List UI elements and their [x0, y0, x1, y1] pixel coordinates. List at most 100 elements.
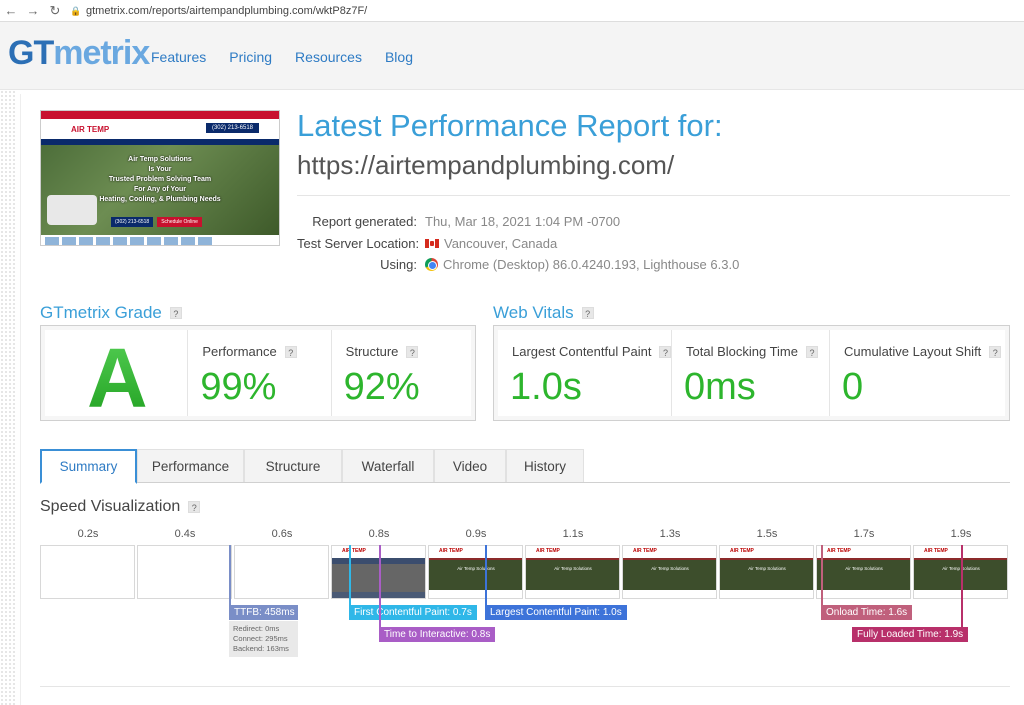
- site-screenshot-thumbnail[interactable]: AIR TEMP (302) 213-6518 Air Temp Solutio…: [40, 110, 280, 246]
- filmstrip-frame[interactable]: AIR TEMP Air Temp Solutions: [525, 545, 620, 599]
- help-icon[interactable]: ?: [406, 345, 419, 358]
- fcp-line: [349, 545, 351, 605]
- tab-history[interactable]: History: [506, 449, 584, 482]
- filmstrip-frame[interactable]: AIR TEMP Air Temp Solutions: [428, 545, 523, 599]
- using: Chrome (Desktop) 86.0.4240.193, Lighthou…: [425, 254, 739, 276]
- tab-waterfall[interactable]: Waterfall: [342, 449, 434, 482]
- logo-gt: GT: [8, 34, 54, 72]
- report-title: Latest Performance Report for:: [297, 108, 723, 143]
- structure-cell: Structure? 92%: [331, 330, 471, 416]
- time-label: 0.8s: [368, 528, 390, 540]
- help-icon[interactable]: ?: [581, 307, 594, 319]
- web-vitals-heading-text: Web Vitals: [493, 303, 574, 322]
- time-label: 0.9s: [465, 528, 487, 540]
- thumb-phone: (302) 213-6518: [205, 123, 259, 133]
- frame-logo: AIR TEMP: [342, 548, 366, 554]
- tab-structure[interactable]: Structure: [244, 449, 342, 482]
- grade-heading-text: GTmetrix Grade: [40, 303, 162, 322]
- thumb-hero-line: Air Temp Solutions: [128, 156, 192, 163]
- time-label: 1.9s: [950, 528, 972, 540]
- help-icon[interactable]: ?: [989, 345, 1002, 358]
- tti-line: [379, 545, 381, 627]
- tab-video[interactable]: Video: [434, 449, 506, 482]
- filmstrip-frame[interactable]: [40, 545, 135, 599]
- tti-marker[interactable]: Time to Interactive: 0.8s: [379, 627, 496, 642]
- time-label: 1.1s: [562, 528, 584, 540]
- nav-features[interactable]: Features: [151, 49, 206, 65]
- filmstrip: AIR TEMP AIR TEMP Air Temp Solutions AIR …: [40, 545, 1010, 599]
- speed-visualization-title: Speed Visualization?: [40, 498, 201, 516]
- tab-summary[interactable]: Summary: [40, 449, 137, 484]
- frame-logo: AIR TEMP: [536, 548, 560, 554]
- onload-marker[interactable]: Onload Time: 1.6s: [821, 605, 913, 620]
- address-bar[interactable]: 🔒 gtmetrix.com/reports/airtempandplumbin…: [70, 2, 367, 20]
- filmstrip-frame[interactable]: AIR TEMP Air Temp Solutions: [622, 545, 717, 599]
- grade-box: A Performance? 99% Structure? 92%: [40, 325, 476, 425]
- frame-hero-text: Air Temp Solutions: [748, 566, 786, 571]
- cls-value: 0: [842, 366, 864, 408]
- help-icon[interactable]: ?: [169, 307, 182, 319]
- fully-loaded-marker[interactable]: Fully Loaded Time: 1.9s: [852, 627, 969, 642]
- frame-logo: AIR TEMP: [730, 548, 754, 554]
- lcp-label: Largest Contentful Paint: [512, 344, 652, 359]
- fcp-marker[interactable]: First Contentful Paint: 0.7s: [349, 605, 477, 620]
- server-location-value: Vancouver, Canada: [444, 235, 558, 251]
- chrome-icon: [425, 258, 438, 272]
- report-generated-value: Thu, Mar 18, 2021 1:04 PM -0700: [425, 214, 621, 229]
- performance-label: Performance: [202, 344, 277, 359]
- web-vitals-heading: Web Vitals?: [493, 303, 594, 323]
- nav-pricing[interactable]: Pricing: [229, 49, 272, 65]
- cls-cell: Cumulative Layout Shift? 0: [830, 330, 1005, 416]
- thumb-badges: [41, 235, 279, 245]
- reload-button[interactable]: ↻: [44, 0, 66, 22]
- thumb-hero-line: Trusted Problem Solving Team: [108, 176, 212, 183]
- speed-visualization-title-text: Speed Visualization: [40, 498, 181, 515]
- structure-label: Structure: [345, 344, 399, 359]
- filmstrip-frame[interactable]: AIR TEMP Air Temp Solutions: [816, 545, 911, 599]
- help-icon[interactable]: ?: [284, 345, 297, 358]
- ttfb-marker[interactable]: TTFB: 458ms: [229, 605, 298, 620]
- frame-logo: AIR TEMP: [633, 548, 657, 554]
- time-label: 0.6s: [271, 528, 293, 540]
- thumb-buttons: (302) 213-6518 Schedule Online: [111, 217, 202, 227]
- thumb-hero-line: Is Your: [148, 166, 172, 173]
- lcp-marker[interactable]: Largest Contentful Paint: 1.0s: [485, 605, 627, 620]
- lcp-value: 1.0s: [510, 366, 582, 408]
- thumb-phone-button: (302) 213-6518: [111, 217, 154, 227]
- thumb-topbar: [41, 111, 279, 119]
- thumb-van: [47, 195, 97, 225]
- timeline-labels: 0.2s 0.4s 0.6s 0.8s 0.9s 1.1s 1.3s 1.5s …: [40, 528, 1010, 542]
- frame-logo: AIR TEMP: [827, 548, 851, 554]
- help-icon[interactable]: ?: [188, 501, 201, 513]
- thumb-hero: Air Temp Solutions Is Your Trusted Probl…: [41, 145, 279, 235]
- frame-logo: AIR TEMP: [924, 548, 948, 554]
- help-icon[interactable]: ?: [659, 345, 672, 358]
- gtmetrix-logo[interactable]: GTmetrix: [8, 34, 150, 73]
- redirect-time: Redirect: 0ms: [233, 624, 280, 633]
- logo-metrix: metrix: [53, 34, 150, 72]
- web-vitals-box: Largest Contentful Paint? 1.0s Total Blo…: [493, 325, 1010, 421]
- grade-letter: A: [87, 331, 148, 425]
- nav-blog[interactable]: Blog: [385, 49, 413, 65]
- performance-cell: Performance? 99%: [188, 330, 332, 416]
- filmstrip-frame[interactable]: [234, 545, 329, 599]
- forward-button[interactable]: →: [22, 0, 44, 22]
- cls-label: Cumulative Layout Shift: [844, 344, 982, 359]
- report-generated-label: Report generated:: [312, 214, 417, 229]
- fully-loaded-line: [961, 545, 963, 627]
- tbt-value: 0ms: [684, 366, 756, 408]
- backend-time: Backend: 163ms: [233, 644, 289, 653]
- help-icon[interactable]: ?: [806, 345, 818, 358]
- back-button[interactable]: ←: [0, 0, 22, 22]
- divider: [297, 195, 1010, 196]
- report-meta: Report generated: Thu, Mar 18, 2021 1:04…: [297, 211, 739, 276]
- nav-resources[interactable]: Resources: [295, 49, 362, 65]
- frame-hero-text: Air Temp Solutions: [845, 566, 883, 571]
- background-pattern: [0, 90, 16, 705]
- filmstrip-frame[interactable]: [137, 545, 232, 599]
- grade-letter-cell: A: [45, 330, 189, 425]
- filmstrip-frame[interactable]: AIR TEMP Air Temp Solutions: [719, 545, 814, 599]
- onload-line: [821, 545, 823, 605]
- frame-hero-text: Air Temp Solutions: [457, 566, 495, 571]
- tab-performance[interactable]: Performance: [137, 449, 244, 482]
